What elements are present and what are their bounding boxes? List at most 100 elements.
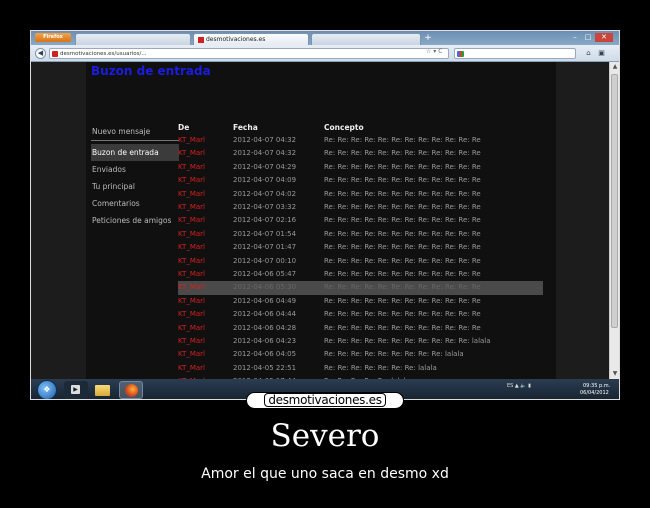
sender-link[interactable]: KT_Marl [178, 201, 205, 214]
message-date: 2012-04-07 04:02 [233, 189, 297, 198]
table-row[interactable]: KT_Marl 2012-04-06 05:47 Re: Re: Re: Re: R… [178, 268, 543, 281]
sender-link[interactable]: KT_Marl [178, 174, 205, 187]
sender-link[interactable]: KT_Marl [178, 188, 205, 201]
message-subject-link[interactable]: Re: Re: Re: Re: Re: Re: Re: Re: Re: Re: … [324, 281, 481, 294]
page-content: Buzon de entrada Nuevo mensaje Buzon de … [31, 62, 611, 379]
search-engine-icon[interactable] [457, 51, 464, 57]
back-arrow-icon[interactable]: ◀ [35, 48, 46, 59]
table-row[interactable]: KT_Marl 2012-04-07 04:32 Re: Re: Re: Re: R… [178, 134, 543, 147]
taskbar-firefox[interactable] [119, 381, 143, 399]
search-bar[interactable] [454, 48, 576, 59]
message-subject-link[interactable]: Re: Re: Re: Re: Re: Re: Re: Re: Re: lala… [324, 348, 464, 361]
system-tray[interactable]: ES ▲ 🔈 ▮ [507, 383, 531, 389]
message-subject-link[interactable]: Re: Re: Re: Re: Re: Re: Re: Re: Re: Re: … [324, 134, 481, 147]
firefox-menu-button[interactable]: Firefox [35, 33, 71, 42]
column-header-subject[interactable]: Concepto [324, 123, 364, 132]
table-row[interactable]: KT_Marl 2012-04-06 04:28 Re: Re: Re: Re: R… [178, 322, 543, 335]
tab-desmotivaciones[interactable]: desmotivaciones.es [193, 33, 309, 45]
sidebar-item-inbox[interactable]: Buzon de entrada [91, 144, 179, 161]
url-controls[interactable]: ☆ ▾ C [426, 48, 442, 55]
taskbar-explorer[interactable] [91, 381, 115, 399]
page-scrollbar[interactable]: ▲ ▼ [609, 62, 619, 379]
clock-time[interactable]: 09:35 p.m. [583, 383, 610, 389]
message-subject-link[interactable]: Re: Re: Re: Re: Re: Re: Re: Re: Re: Re: … [324, 147, 481, 160]
sender-link[interactable]: KT_Marl [178, 348, 205, 361]
message-date: 2012-04-06 05:30 [233, 283, 297, 292]
message-date: 2012-04-06 04:49 [233, 296, 297, 305]
message-date: 2012-04-05 22:51 [233, 363, 297, 372]
message-subject-link[interactable]: Re: Re: Re: Re: Re: Re: Re: Re: Re: Re: … [324, 295, 481, 308]
sender-link[interactable]: KT_Marl [178, 241, 205, 254]
scrollbar-thumb[interactable] [611, 74, 618, 328]
sender-link[interactable]: KT_Marl [178, 134, 205, 147]
column-header-from[interactable]: De [178, 123, 189, 132]
new-tab-button[interactable]: + [423, 33, 433, 44]
table-row[interactable]: KT_Marl 2012-04-07 01:54 Re: Re: Re: Re: R… [178, 228, 543, 241]
message-subject-link[interactable]: Re: Re: Re: Re: Re: Re: Re: Re: Re: Re: … [324, 161, 481, 174]
table-row[interactable]: KT_Marl 2012-04-05 22:51 Re: Re: Re: Re: R… [178, 362, 543, 375]
sender-link[interactable]: KT_Marl [178, 295, 205, 308]
message-subject-link[interactable]: Re: Re: Re: Re: Re: Re: Re: Re: Re: Re: … [324, 188, 481, 201]
taskbar-media-player[interactable]: ▶ [64, 381, 88, 399]
table-row[interactable]: KT_Marl 2012-04-07 04:29 Re: Re: Re: Re: R… [178, 161, 543, 174]
table-row[interactable]: KT_Marl 2012-04-07 04:02 Re: Re: Re: Re: R… [178, 188, 543, 201]
message-date: 2012-04-07 04:32 [233, 136, 297, 144]
site-logo-text: desmotivaciones.es [264, 393, 386, 407]
table-row[interactable]: KT_Marl 2012-04-06 04:23 Re: Re: Re: Re: R… [178, 335, 543, 348]
message-subject-link[interactable]: Re: Re: Re: Re: Re: Re: Re: Re: Re: Re: … [324, 268, 481, 281]
table-row[interactable]: KT_Marl 2012-04-06 04:44 Re: Re: Re: Re: R… [178, 308, 543, 321]
sender-link[interactable]: KT_Marl [178, 335, 205, 348]
scroll-up-arrow-icon[interactable]: ▲ [610, 62, 619, 72]
sender-link[interactable]: KT_Marl [178, 322, 205, 335]
windows-start-icon[interactable]: ❖ [37, 380, 57, 399]
sender-link[interactable]: KT_Marl [178, 214, 205, 227]
scroll-down-arrow-icon[interactable]: ▼ [610, 369, 619, 379]
table-row[interactable]: KT_Marl 2012-04-07 02:16 Re: Re: Re: Re: R… [178, 214, 543, 227]
minimize-icon[interactable]: – [569, 33, 581, 42]
sender-link[interactable]: KT_Marl [178, 255, 205, 268]
message-subject-link[interactable]: Re: Re: Re: Re: Re: Re: Re: Re: Re: Re: … [324, 241, 481, 254]
table-row[interactable]: KT_Marl 2012-04-06 05:30 Re: Re: Re: Re: R… [178, 281, 543, 295]
sender-link[interactable]: KT_Marl [178, 228, 205, 241]
url-bar[interactable]: desmotivaciones.es/usuarios/... [49, 48, 449, 59]
sender-link[interactable]: KT_Marl [178, 161, 205, 174]
column-header-date[interactable]: Fecha [233, 123, 258, 132]
sidebar-item-friend-requests[interactable]: Peticiones de amigos [91, 212, 179, 229]
table-row[interactable]: KT_Marl 2012-04-07 04:32 Re: Re: Re: Re: R… [178, 147, 543, 160]
message-subject-link[interactable]: Re: Re: Re: Re: Re: Re: Re: lalala [324, 362, 437, 375]
sidebar-item-comments[interactable]: Comentarios [91, 195, 179, 212]
table-row[interactable]: KT_Marl 2012-04-07 03:32 Re: Re: Re: Re: R… [178, 201, 543, 214]
message-subject-link[interactable]: Re: Re: Re: Re: Re: Re: Re: Re: Re: Re: … [324, 335, 491, 348]
message-subject-link[interactable]: Re: Re: Re: Re: Re: Re: Re: Re: Re: Re: … [324, 228, 481, 241]
sender-link[interactable]: KT_Marl [178, 308, 205, 321]
close-icon[interactable]: ✕ [595, 33, 613, 42]
table-row[interactable]: KT_Marl 2012-04-07 00:10 Re: Re: Re: Re: R… [178, 255, 543, 268]
sender-link[interactable]: KT_Marl [178, 281, 205, 294]
message-subject-link[interactable]: Re: Re: Re: Re: Re: Re: Re: Re: Re: Re: … [324, 255, 481, 268]
sidebar-item-sent[interactable]: Enviados [91, 161, 179, 178]
table-row[interactable]: KT_Marl 2012-04-06 04:05 Re: Re: Re: Re: R… [178, 348, 543, 361]
table-row[interactable]: KT_Marl 2012-04-06 04:49 Re: Re: Re: Re: R… [178, 295, 543, 308]
bookmarks-icon[interactable]: ▣ [597, 49, 606, 58]
sidebar-item-profile[interactable]: Tu principal [91, 178, 179, 195]
message-subject-link[interactable]: Re: Re: Re: Re: Re: Re: Re: Re: Re: Re: … [324, 174, 481, 187]
maximize-icon[interactable]: □ [582, 33, 594, 42]
message-date: 2012-04-06 04:23 [233, 337, 297, 345]
clock-date[interactable]: 06/04/2012 [580, 390, 609, 396]
message-subject-link[interactable]: Re: Re: Re: Re: Re: Re: Re: Re: Re: Re: … [324, 201, 481, 214]
poster-title: Severo [270, 418, 380, 454]
sender-link[interactable]: KT_Marl [178, 147, 205, 160]
message-subject-link[interactable]: Re: Re: Re: Re: Re: Re: Re: Re: Re: Re: … [324, 322, 481, 335]
message-subject-link[interactable]: Re: Re: Re: Re: Re: Re: Re: Re: Re: Re: … [324, 214, 481, 227]
sender-link[interactable]: KT_Marl [178, 362, 205, 375]
message-subject-link[interactable]: Re: Re: Re: Re: Re: Re: Re: Re: Re: Re: … [324, 308, 481, 321]
screenshot-frame: Firefox desmotivaciones.es + – □ ✕ ◀ des… [30, 30, 620, 400]
tab-3[interactable] [311, 33, 421, 45]
table-row[interactable]: KT_Marl 2012-04-07 04:09 Re: Re: Re: Re: R… [178, 174, 543, 187]
table-row[interactable]: KT_Marl 2012-04-07 01:47 Re: Re: Re: Re: R… [178, 241, 543, 254]
home-icon[interactable]: ⌂ [584, 49, 593, 58]
tab-1[interactable] [75, 33, 191, 45]
sidebar-item-new-message[interactable]: Nuevo mensaje [91, 125, 179, 141]
message-date: 2012-04-07 03:32 [233, 203, 297, 211]
sender-link[interactable]: KT_Marl [178, 268, 205, 281]
